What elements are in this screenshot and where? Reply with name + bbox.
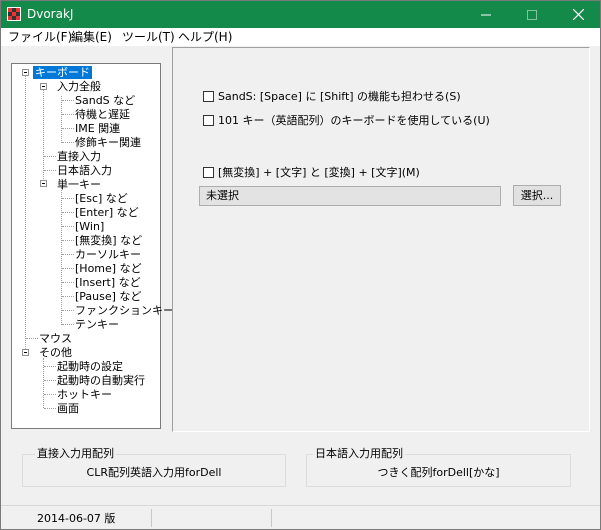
title-bar[interactable]: DvorakJ	[1, 1, 600, 28]
sands-option-label: SandS: [Space] に [Shift] の機能も担わせる(S)	[218, 90, 461, 103]
tree-item-enter[interactable]: [Enter] など	[75, 206, 139, 219]
window-title: DvorakJ	[27, 7, 74, 21]
tree-item-sands[interactable]: SandS など	[75, 94, 135, 107]
app-window: DvorakJ ファイル(F) 編集(E) ツール(T) ヘルプ(H) キーボー…	[0, 0, 601, 530]
maximize-icon	[527, 9, 537, 20]
tree-item-home[interactable]: [Home] など	[75, 262, 142, 275]
version-label: 2014-06-07 版	[37, 512, 116, 525]
tree-item-hotkey[interactable]: ホットキー	[57, 388, 112, 401]
select-button[interactable]: 選択...	[513, 185, 561, 206]
key101-option-label: 101 キー（英語配列）のキーボードを使用している(U)	[218, 114, 490, 127]
close-icon	[572, 9, 584, 20]
status-panel-empty	[151, 509, 272, 527]
tree-item-direct-input[interactable]: 直接入力	[57, 150, 101, 163]
key101-checkbox[interactable]	[203, 114, 214, 126]
tree-item-win[interactable]: [Win]	[75, 220, 104, 233]
tree-item-startup-settings[interactable]: 起動時の設定	[57, 360, 123, 373]
tree-item-pause[interactable]: [Pause] など	[75, 290, 141, 303]
direct-input-group-label: 直接入力用配列	[35, 447, 116, 460]
tree-item-wait-delay[interactable]: 待機と遅延	[75, 108, 130, 121]
close-button[interactable]	[556, 1, 600, 28]
tree-item-keyboard[interactable]: キーボード	[33, 66, 92, 79]
menu-tools[interactable]: ツール(T)	[122, 30, 175, 44]
maximize-button[interactable]	[510, 1, 554, 28]
tree-item-japanese-input[interactable]: 日本語入力	[57, 164, 112, 177]
combo-option[interactable]: [無変換] + [文字] と [変換] + [文字](M)	[203, 164, 420, 180]
menu-file[interactable]: ファイル(F)	[8, 30, 72, 44]
tree-item-esc[interactable]: [Esc] など	[75, 192, 128, 205]
tree-item-input-general[interactable]: 入力全般	[57, 80, 101, 93]
menu-help[interactable]: ヘルプ(H)	[178, 30, 232, 44]
minimize-button[interactable]	[464, 1, 508, 28]
japanese-input-group-label: 日本語入力用配列	[313, 447, 405, 460]
tree-item-muhenkan[interactable]: [無変換] など	[75, 234, 142, 247]
tree-item-startup-autorun[interactable]: 起動時の自動実行	[57, 374, 145, 387]
collapse-other-icon[interactable]	[22, 349, 29, 356]
settings-panel	[172, 47, 590, 432]
direct-layout-value: CLR配列英語入力用forDell	[86, 466, 222, 479]
tree-item-other[interactable]: その他	[39, 346, 72, 359]
combo-checkbox[interactable]	[203, 166, 214, 178]
tree-item-cursor[interactable]: カーソルキー	[75, 248, 141, 261]
tree-item-modifier[interactable]: 修飾キー関連	[75, 136, 141, 149]
tree-item-screen[interactable]: 画面	[57, 402, 79, 415]
sands-option[interactable]: SandS: [Space] に [Shift] の機能も担わせる(S)	[203, 88, 461, 104]
japanese-layout-value: つきく配列forDell[かな]	[377, 466, 500, 479]
tree-item-insert[interactable]: [Insert] など	[75, 276, 141, 289]
tree-item-ime[interactable]: IME 関連	[75, 122, 120, 135]
app-icon	[7, 7, 21, 21]
menu-edit[interactable]: 編集(E)	[71, 30, 112, 44]
combo-value-field: 未選択	[199, 186, 501, 206]
collapse-single-key-icon[interactable]	[40, 180, 47, 187]
combo-option-label: [無変換] + [文字] と [変換] + [文字](M)	[218, 166, 420, 179]
menu-bar: ファイル(F) 編集(E) ツール(T) ヘルプ(H)	[1, 28, 600, 46]
key101-option[interactable]: 101 キー（英語配列）のキーボードを使用している(U)	[203, 112, 490, 128]
status-bar: 2014-06-07 版	[1, 505, 600, 529]
tree-item-single-key[interactable]: 単一キー	[57, 178, 101, 191]
tree-item-function[interactable]: ファンクションキー	[75, 304, 174, 317]
tree-item-mouse[interactable]: マウス	[39, 332, 72, 345]
collapse-keyboard-icon[interactable]	[22, 69, 29, 76]
settings-tree[interactable]: キーボード 入力全般 SandS など 待機と遅延 IME 関連 修飾キー関連 …	[11, 63, 174, 429]
tree-item-tenkey[interactable]: テンキー	[75, 318, 119, 331]
collapse-input-general-icon[interactable]	[40, 83, 47, 90]
sands-checkbox[interactable]	[203, 90, 214, 102]
minimize-icon	[481, 14, 491, 15]
